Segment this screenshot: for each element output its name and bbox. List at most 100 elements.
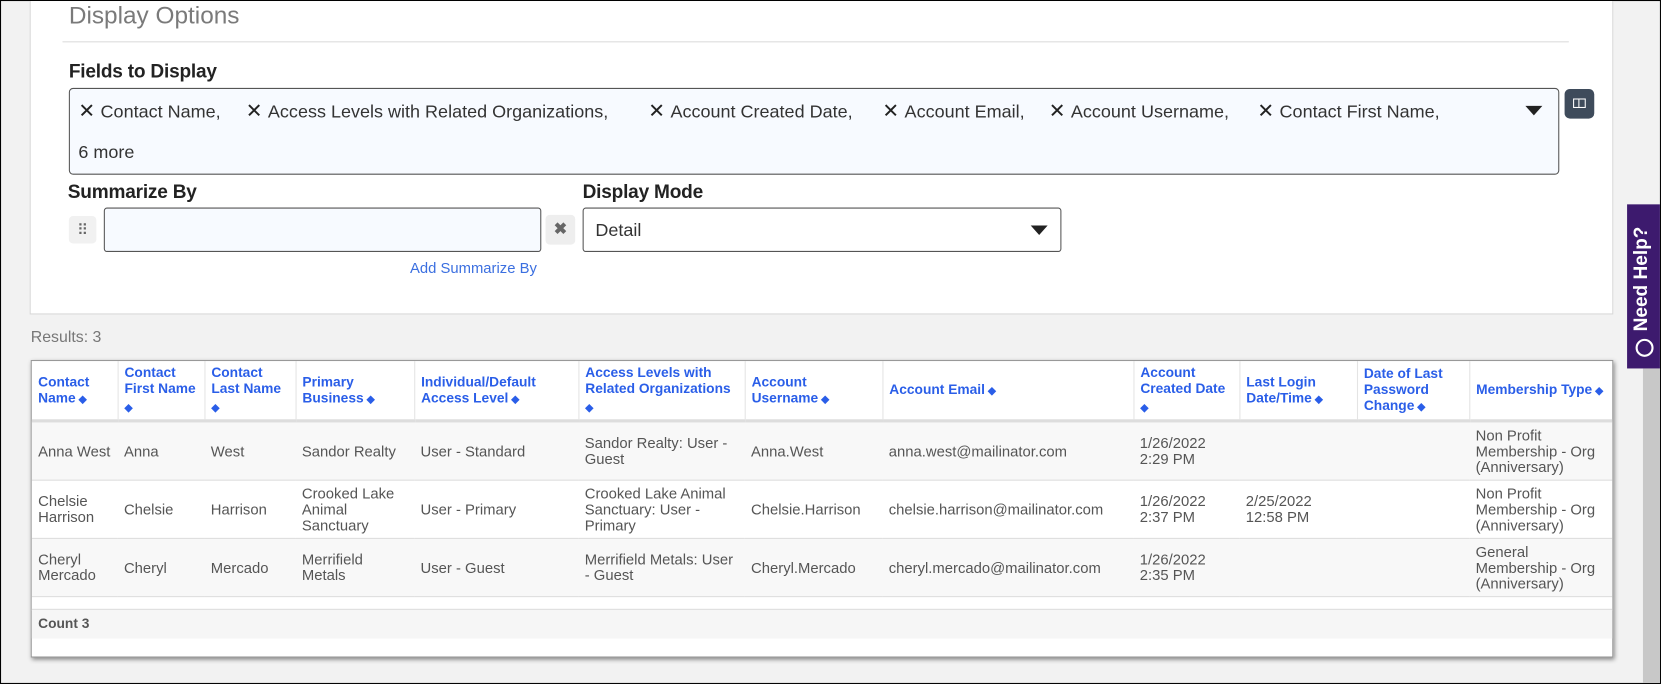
columns-layout-button[interactable] bbox=[1564, 88, 1595, 119]
remove-field-icon[interactable]: ✕ bbox=[1257, 101, 1274, 123]
remove-field-icon[interactable]: ✕ bbox=[246, 101, 263, 123]
sort-icon[interactable]: ◆ bbox=[1592, 385, 1603, 397]
column-header[interactable]: Membership Type ◆ bbox=[1469, 361, 1613, 423]
table-cell: 2/25/2022 12:58 PM bbox=[1239, 480, 1357, 539]
table-cell: Merrifield Metals bbox=[295, 538, 415, 598]
sort-icon[interactable]: ◆ bbox=[1312, 393, 1323, 405]
table-cell: User - Primary bbox=[414, 480, 579, 539]
table-cell: 1/26/2022 2:35 PM bbox=[1133, 538, 1240, 598]
remove-field-icon[interactable]: ✕ bbox=[78, 101, 95, 123]
column-header[interactable]: Individual/Default Access Level ◆ bbox=[414, 361, 579, 423]
field-chip-label: Contact Name, bbox=[100, 101, 221, 122]
column-header[interactable]: Date of Last Password Change ◆ bbox=[1356, 361, 1470, 423]
table-cell: General Membership - Org (Anniversary) bbox=[1469, 538, 1613, 598]
summarize-by-input[interactable] bbox=[103, 207, 542, 252]
remove-field-icon[interactable]: ✕ bbox=[882, 101, 899, 123]
table-cell: Mercado bbox=[204, 538, 296, 598]
count-row: Count 3 bbox=[31, 608, 1613, 639]
table-cell: Chelsie bbox=[117, 480, 205, 539]
drag-handle-icon[interactable]: ⠿ bbox=[68, 215, 97, 244]
table-cell: Crooked Lake Animal Sanctuary: User - Pr… bbox=[578, 480, 745, 539]
table-cell: chelsie.harrison@mailinator.com bbox=[882, 480, 1134, 539]
table-cell: Sandor Realty bbox=[295, 420, 415, 481]
table-cell bbox=[1239, 538, 1357, 598]
columns-icon bbox=[1573, 98, 1586, 108]
field-chip-label: Account Username, bbox=[1070, 101, 1230, 122]
column-header[interactable]: Account Created Date ◆ bbox=[1133, 361, 1240, 423]
column-header-label: Primary Business bbox=[302, 373, 364, 405]
sort-icon[interactable]: ◆ bbox=[585, 402, 593, 414]
field-chip-label: Contact First Name, bbox=[1279, 101, 1440, 122]
column-header[interactable]: Contact Name ◆ bbox=[31, 361, 119, 423]
column-header[interactable]: Account Username ◆ bbox=[744, 361, 883, 423]
column-header-label: Date of Last Password Change bbox=[1363, 365, 1443, 413]
sort-icon[interactable]: ◆ bbox=[508, 393, 519, 405]
section-title: Display Options bbox=[68, 1, 240, 29]
table-cell: Anna West bbox=[31, 420, 118, 481]
need-help-tab[interactable]: Need Help? bbox=[1627, 204, 1660, 369]
table-cell: Sandor Realty: User - Guest bbox=[578, 420, 745, 481]
column-header-label: Access Levels with Related Organizations bbox=[585, 364, 731, 396]
field-chip: ✕ Access Levels with Related Organization… bbox=[246, 100, 608, 124]
sort-icon[interactable]: ◆ bbox=[1414, 401, 1425, 413]
sort-icon[interactable]: ◆ bbox=[818, 393, 829, 405]
summarize-label: Summarize By bbox=[67, 181, 197, 203]
table-row: Cheryl Mercado Cheryl Mercado Merrifield Me… bbox=[31, 538, 1613, 598]
table-cell: Cheryl.Mercado bbox=[744, 538, 883, 598]
column-header[interactable]: Contact First Name ◆ bbox=[117, 361, 205, 423]
report-page: Display Options Fields to Display ✕ Conta… bbox=[0, 0, 1661, 684]
results-table: Contact Name ◆ Contact First Name ◆ Contac… bbox=[30, 359, 1614, 658]
chevron-down-icon[interactable] bbox=[1525, 105, 1543, 116]
table-cell: Chelsie Harrison bbox=[31, 480, 118, 539]
field-chip: ✕ Account Created Date, bbox=[648, 100, 852, 124]
sort-icon[interactable]: ◆ bbox=[1140, 402, 1148, 414]
table-cell: cheryl.mercado@mailinator.com bbox=[882, 538, 1134, 598]
table-cell: Chelsie.Harrison bbox=[744, 480, 883, 539]
clear-summarize-button[interactable]: ✖ bbox=[545, 214, 576, 245]
remove-field-icon[interactable]: ✕ bbox=[648, 101, 665, 123]
table-cell: 1/26/2022 2:37 PM bbox=[1133, 480, 1240, 539]
field-chip: ✕ Account Username, bbox=[1049, 100, 1229, 124]
table-cell bbox=[1356, 480, 1470, 539]
display-mode-value: Detail bbox=[595, 220, 642, 241]
fields-multiselect[interactable]: ✕ Contact Name, ✕ Access Levels with Relate… bbox=[68, 87, 1560, 175]
table-row: Anna West Anna West Sandor Realty User - Sta… bbox=[31, 420, 1613, 481]
table-cell bbox=[1239, 420, 1357, 481]
column-header[interactable]: Primary Business ◆ bbox=[295, 361, 415, 423]
column-header-label: Account Username bbox=[751, 373, 819, 405]
column-header[interactable]: Access Levels with Related Organizations… bbox=[578, 361, 746, 423]
table-cell: anna.west@mailinator.com bbox=[882, 420, 1134, 481]
display-mode-label: Display Mode bbox=[582, 181, 704, 203]
scrollbar[interactable] bbox=[1642, 368, 1660, 683]
count-label: Count 3 bbox=[38, 615, 90, 632]
sort-icon[interactable]: ◆ bbox=[76, 393, 87, 405]
remove-field-icon[interactable]: ✕ bbox=[1049, 101, 1066, 123]
table-cell bbox=[1356, 538, 1470, 598]
table-cell: Merrifield Metals: User - Guest bbox=[578, 538, 745, 598]
sort-icon[interactable]: ◆ bbox=[364, 393, 375, 405]
field-chip: ✕ Contact First Name, bbox=[1257, 100, 1439, 124]
table-cell bbox=[1356, 420, 1470, 481]
table-cell: Anna.West bbox=[744, 420, 883, 481]
field-chip-label: Account Created Date, bbox=[670, 101, 853, 122]
column-header-label: Contact First Name bbox=[124, 364, 196, 396]
field-chip-label: Account Email, bbox=[904, 101, 1025, 122]
table-cell: 1/26/2022 2:29 PM bbox=[1133, 420, 1240, 481]
display-mode-select[interactable]: Detail bbox=[582, 207, 1062, 252]
add-summarize-link[interactable]: Add Summarize By bbox=[410, 259, 537, 276]
column-header-label: Membership Type bbox=[1476, 381, 1593, 398]
column-header[interactable]: Contact Last Name ◆ bbox=[204, 361, 297, 423]
sort-icon[interactable]: ◆ bbox=[985, 385, 996, 397]
column-header[interactable]: Account Email ◆ bbox=[882, 361, 1134, 423]
column-header-label: Account Email bbox=[889, 381, 985, 398]
sort-icon[interactable]: ◆ bbox=[124, 402, 132, 414]
column-header[interactable]: Last Login Date/Time ◆ bbox=[1239, 361, 1358, 423]
table-cell: Harrison bbox=[204, 480, 296, 539]
table-cell: Anna bbox=[117, 420, 205, 481]
more-fields-link[interactable]: 6 more bbox=[78, 142, 134, 163]
sort-icon[interactable]: ◆ bbox=[211, 402, 219, 414]
table-cell: Non Profit Membership - Org (Anniversary… bbox=[1469, 480, 1613, 539]
divider bbox=[62, 41, 1569, 43]
need-help-label: Need Help? bbox=[1630, 226, 1652, 332]
table-cell: User - Guest bbox=[414, 538, 579, 598]
